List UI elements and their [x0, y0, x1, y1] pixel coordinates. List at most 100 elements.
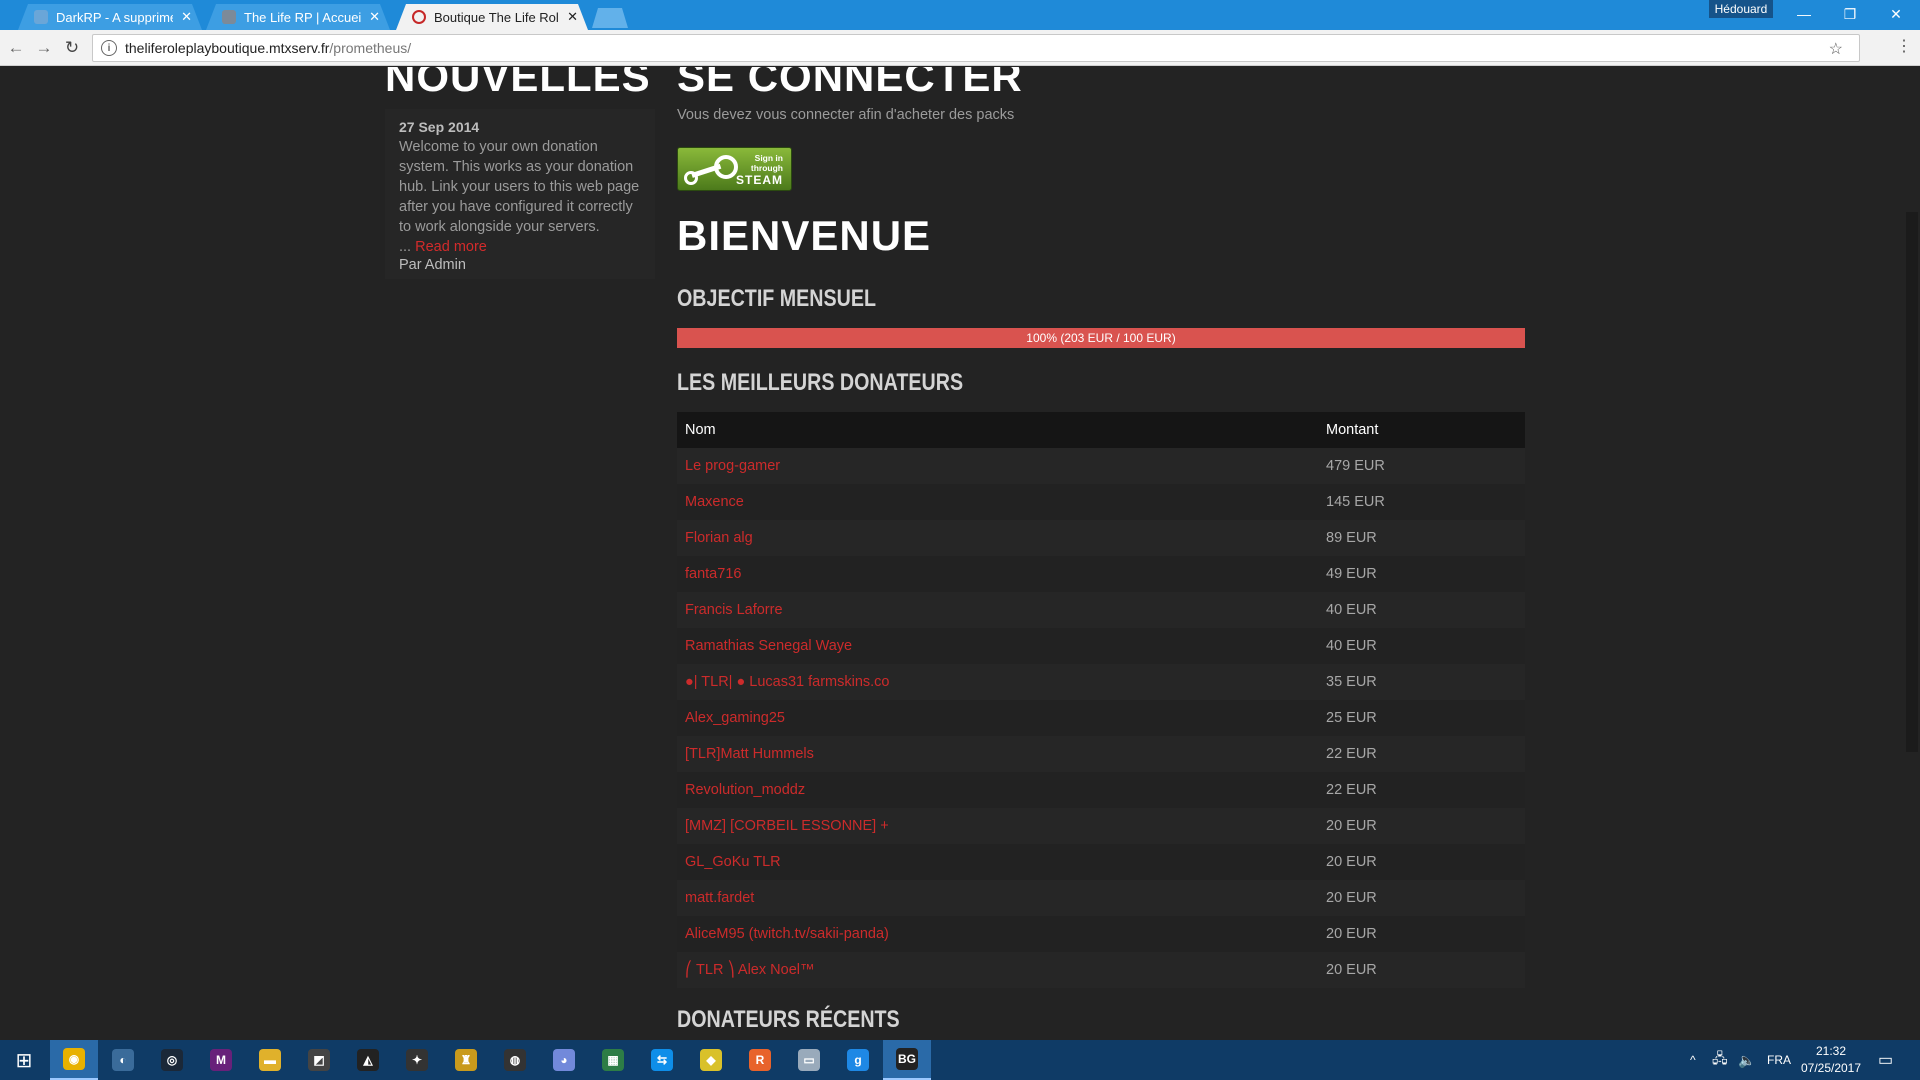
news-author: Par Admin	[399, 257, 466, 273]
read-more-link[interactable]: Read more	[415, 239, 487, 255]
tab-favicon-icon	[412, 10, 426, 24]
table-row: [MMZ] [CORBEIL ESSONNE] +20 EUR	[677, 808, 1525, 844]
page-scrollbar[interactable]	[1903, 67, 1920, 1040]
garrysmod-icon: g	[847, 1049, 869, 1071]
table-row: fanta716 49 EUR	[677, 556, 1525, 592]
app-6-icon: ◩	[308, 1049, 330, 1071]
profile-badge[interactable]: Hédouard	[1709, 0, 1773, 18]
taskbar-app-8-button[interactable]: ✦	[393, 1040, 441, 1080]
tab-title: Boutique The Life Rolepl	[434, 9, 559, 25]
network-icon[interactable]: 🖧	[1712, 1040, 1728, 1080]
visual-studio-icon: M	[210, 1049, 232, 1071]
progress-label: 100% (203 EUR / 100 EUR)	[1026, 331, 1176, 345]
scrollbar-thumb[interactable]	[1906, 212, 1918, 752]
minimize-button[interactable]: —	[1781, 0, 1827, 28]
forward-button[interactable]: →	[32, 36, 56, 60]
table-header-row: Nom Montant	[677, 412, 1525, 448]
table-row: AliceM95 (twitch.tv/sakii-panda) 20 EUR	[677, 916, 1525, 952]
donor-name-link[interactable]: Florian alg	[677, 520, 1318, 556]
donor-name-link[interactable]: matt.fardet	[677, 880, 1318, 916]
tab-title: DarkRP - A supprimer | F	[56, 9, 170, 25]
info-icon[interactable]: i	[101, 40, 117, 56]
taskbar-app-15-button[interactable]: R	[736, 1040, 784, 1080]
app-9-icon: ♜	[455, 1049, 477, 1071]
table-row: Revolution_moddz 22 EUR	[677, 772, 1525, 808]
new-tab-button[interactable]	[592, 8, 628, 28]
donor-name-link[interactable]: [MMZ] [CORBEIL ESSONNE] +	[677, 808, 1318, 844]
donor-amount: 25 EUR	[1318, 700, 1525, 736]
url-host: theliferoleplayboutique.mtxserv.fr	[125, 40, 330, 56]
top-donors-table: Nom Montant Le prog-gamer 479 EUR Maxence 1…	[677, 412, 1525, 988]
taskbar-teamviewer-button[interactable]: ⇆	[638, 1040, 686, 1080]
table-row: Alex_gaming25 25 EUR	[677, 700, 1525, 736]
steam-signin-button[interactable]: Sign in through STEAM	[677, 147, 792, 191]
bookmark-star-icon[interactable]: ☆	[1829, 39, 1843, 59]
donor-amount: 22 EUR	[1318, 772, 1525, 808]
donor-name-link[interactable]: Revolution_moddz	[677, 772, 1318, 808]
tab-close-icon[interactable]: ✕	[369, 9, 380, 25]
obs-icon: ◍	[504, 1049, 526, 1071]
taskbar-app-14-button[interactable]: ◆	[687, 1040, 735, 1080]
donor-amount: 20 EUR	[1318, 880, 1525, 916]
taskbar-app-bg-button[interactable]: BG	[883, 1040, 931, 1080]
taskbar-obs-button[interactable]: ◍	[491, 1040, 539, 1080]
donor-name-link[interactable]: Maxence	[677, 484, 1318, 520]
donor-name-link[interactable]: Francis Laforre	[677, 592, 1318, 628]
donor-name-link[interactable]: Le prog-gamer	[677, 448, 1318, 484]
taskbar-steam-button[interactable]: ◎	[148, 1040, 196, 1080]
donor-name-link[interactable]: Alex_gaming25	[677, 700, 1318, 736]
taskbar-discord-button[interactable]: ◕	[540, 1040, 588, 1080]
notification-icon[interactable]: ▭	[1878, 1040, 1893, 1080]
close-window-button[interactable]: ✕	[1873, 0, 1919, 28]
donor-amount: 20 EUR	[1318, 952, 1525, 988]
clock[interactable]: 21:32 07/25/2017	[1796, 1043, 1866, 1077]
taskbar-app-12-button[interactable]: ▦	[589, 1040, 637, 1080]
tab-boutique[interactable]: Boutique The Life Rolepl ✕	[396, 4, 588, 30]
taskbar-app-6-button[interactable]: ◩	[295, 1040, 343, 1080]
browser-tab-strip: DarkRP - A supprimer | F ✕ The Life RP |…	[0, 0, 1920, 30]
back-button[interactable]: ←	[4, 36, 28, 60]
news-heading: NOUVELLES	[385, 67, 651, 100]
language-indicator[interactable]: FRA	[1767, 1040, 1791, 1080]
taskbar-app-9-button[interactable]: ♜	[442, 1040, 490, 1080]
chrome-icon: ◉	[63, 1048, 85, 1070]
browser-menu-icon[interactable]: ⋮	[1896, 36, 1912, 56]
reload-button[interactable]: ↻	[60, 36, 84, 60]
maximize-button[interactable]: ❐	[1827, 0, 1873, 28]
tab-close-icon[interactable]: ✕	[181, 9, 192, 25]
tab-favicon-icon	[222, 10, 236, 24]
tab-close-icon[interactable]: ✕	[567, 9, 578, 25]
donor-name-link[interactable]: Ramathias Senegal Waye	[677, 628, 1318, 664]
start-button[interactable]: ⊞	[0, 1040, 48, 1080]
browser-toolbar: ← → ↻ i theliferoleplayboutique.mtxserv.…	[0, 30, 1920, 66]
taskbar-app-16-button[interactable]: ▭	[785, 1040, 833, 1080]
app-8-icon: ✦	[406, 1049, 428, 1071]
taskbar-visual-studio-button[interactable]: M	[197, 1040, 245, 1080]
tray-chevron-icon[interactable]: ^	[1690, 1040, 1696, 1080]
tab-life-rp-accueil[interactable]: The Life RP | Accueil ✕	[206, 4, 390, 30]
table-row: Ramathias Senegal Waye 40 EUR	[677, 628, 1525, 664]
donor-name-link[interactable]: GL_GoKu TLR	[677, 844, 1318, 880]
donor-name-link[interactable]: [TLR]Matt Hummels	[677, 736, 1318, 772]
donor-name-link[interactable]: ●| TLR| ● Lucas31 farmskins.co	[677, 664, 1318, 700]
taskbar-garrysmod-button[interactable]: g	[834, 1040, 882, 1080]
taskbar-app-2-button[interactable]: ◐	[99, 1040, 147, 1080]
volume-icon[interactable]: 🔈	[1738, 1040, 1755, 1080]
news-date: 27 Sep 2014	[399, 119, 480, 135]
donor-name-link[interactable]: AliceM95 (twitch.tv/sakii-panda)	[677, 916, 1318, 952]
address-bar[interactable]: i theliferoleplayboutique.mtxserv.fr/pro…	[92, 34, 1860, 62]
taskbar-chrome-button[interactable]: ◉	[50, 1040, 98, 1080]
discord-icon: ◕	[553, 1049, 575, 1071]
tab-darkrp[interactable]: DarkRP - A supprimer | F ✕	[18, 4, 202, 30]
taskbar-unity-button[interactable]: ◭	[344, 1040, 392, 1080]
app-14-icon: ◆	[700, 1049, 722, 1071]
donor-name-link[interactable]: ⎛ TLR ⎞ Alex Noel™	[677, 952, 1318, 988]
news-text: Welcome to your own donation system. Thi…	[399, 139, 640, 235]
taskbar-file-explorer-button[interactable]: ▬	[246, 1040, 294, 1080]
taskbar: ⊞ ◉ ◐ ◎ M ▬ ◩ ◭ ✦ ♜ ◍ ◕ ▦ ⇆ ◆ R ▭ g BG ^ 🖧 🔈 FRA 21:32 07…	[0, 1040, 1920, 1080]
table-row: Le prog-gamer 479 EUR	[677, 448, 1525, 484]
donor-name-link[interactable]: fanta716	[677, 556, 1318, 592]
column-header-amount: Montant	[1318, 412, 1525, 448]
login-subtitle: Vous devez vous connecter afin d'acheter…	[677, 107, 1015, 123]
windows-start-icon: ⊞	[15, 1049, 33, 1072]
